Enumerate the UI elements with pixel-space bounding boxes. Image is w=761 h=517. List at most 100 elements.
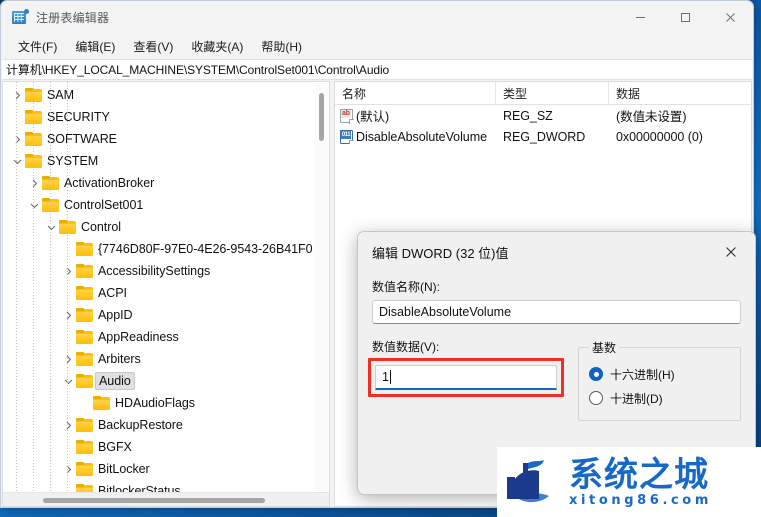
value-row[interactable]: 011 DisableAbsoluteVolume REG_DWORD 0x00000…	[335, 126, 751, 147]
chevron-down-icon[interactable]	[9, 150, 25, 172]
tree-item-controlset001[interactable]: ControlSet001	[3, 194, 329, 216]
tree-guide-line	[50, 82, 51, 492]
tree-item-hdaudioflags[interactable]: HDAudioFlags	[3, 392, 329, 414]
column-header-data[interactable]: 数据	[609, 82, 751, 104]
chevron-down-icon[interactable]	[60, 370, 76, 392]
tree-item-acpi[interactable]: ACPI	[3, 282, 329, 304]
tree-item-label: Arbiters	[98, 352, 141, 366]
watermark-logo-icon	[505, 455, 563, 509]
folder-icon	[76, 308, 93, 322]
folder-icon	[76, 352, 93, 366]
registry-icon	[12, 9, 29, 25]
chevron-right-icon[interactable]	[60, 414, 76, 436]
tree-item-bgfx[interactable]: BGFX	[3, 436, 329, 458]
radio-hexadecimal[interactable]: 十六进制(H)	[589, 362, 730, 386]
tree-hscroll-thumb[interactable]	[43, 498, 265, 503]
menu-edit[interactable]: 编辑(E)	[67, 35, 123, 58]
title-bar: 注册表编辑器	[1, 1, 753, 33]
menu-file[interactable]: 文件(F)	[10, 35, 65, 58]
folder-icon	[76, 330, 93, 344]
chevron-down-icon[interactable]	[26, 194, 42, 216]
menu-favorites[interactable]: 收藏夹(A)	[183, 35, 251, 58]
value-data-input[interactable]: 1	[375, 365, 557, 390]
watermark-subtitle: xitong86.com	[569, 492, 712, 508]
tree-scroll-area: SAM SECURITY SOFTWARE SYSTEM ActivationBroke…	[3, 82, 329, 492]
column-header-name[interactable]: 名称	[335, 82, 496, 104]
tree-item-sam[interactable]: SAM	[3, 84, 329, 106]
tree-item-audio[interactable]: Audio	[3, 370, 329, 392]
tree-item-label: Audio	[95, 372, 135, 390]
folder-icon	[76, 484, 93, 492]
chevron-right-icon[interactable]	[26, 172, 42, 194]
value-data-column: 数值数据(V): 1	[368, 338, 564, 421]
tree-item-label: Control	[81, 220, 121, 234]
tree-item-system[interactable]: SYSTEM	[3, 150, 329, 172]
chevron-down-icon[interactable]	[43, 216, 59, 238]
base-column: 基数 十六进制(H) 十进制(D)	[578, 338, 741, 421]
value-data-cell: (数值未设置)	[616, 110, 687, 124]
address-bar[interactable]: 计算机\HKEY_LOCAL_MACHINE\SYSTEM\ControlSet…	[2, 59, 752, 80]
radio-hexadecimal-label: 十六进制(H)	[610, 367, 675, 382]
tree-item-7746d80f-97e0-4e26-9543-26b41f0[interactable]: {7746D80F-97E0-4E26-9543-26B41F0	[3, 238, 329, 260]
dialog-title-bar: 编辑 DWORD (32 位)值	[358, 232, 755, 272]
folder-icon	[76, 462, 93, 476]
tree-item-label: AccessibilitySettings	[98, 264, 211, 278]
tree-item-appreadiness[interactable]: AppReadiness	[3, 326, 329, 348]
tree-item-bitlocker[interactable]: BitLocker	[3, 458, 329, 480]
base-legend: 基数	[592, 341, 617, 355]
tree-item-label: BGFX	[98, 440, 132, 454]
title-bar-left: 注册表编辑器	[1, 9, 109, 26]
dialog-close-button[interactable]	[711, 236, 751, 268]
tree-item-backuprestore[interactable]: BackupRestore	[3, 414, 329, 436]
registry-tree: SAM SECURITY SOFTWARE SYSTEM ActivationBroke…	[3, 82, 329, 492]
column-header-type[interactable]: 类型	[496, 82, 609, 104]
radio-hexadecimal-icon	[589, 367, 603, 381]
watermark-title: 系统之城	[569, 454, 709, 495]
tree-vertical-scrollbar[interactable]	[315, 83, 328, 491]
dialog-body: 数值名称(N): DisableAbsoluteVolume 数值数据(V): …	[358, 272, 755, 421]
chevron-right-icon[interactable]	[9, 128, 25, 150]
value-name-cell: ab (默认)	[335, 106, 496, 125]
menu-help[interactable]: 帮助(H)	[253, 35, 310, 58]
value-name-text: (默认)	[356, 110, 390, 124]
folder-icon	[93, 396, 110, 410]
tree-item-accessibilitysettings[interactable]: AccessibilitySettings	[3, 260, 329, 282]
tree-item-label: BitLocker	[98, 462, 150, 476]
tree-item-arbiters[interactable]: Arbiters	[3, 348, 329, 370]
tree-item-label: ControlSet001	[64, 198, 144, 212]
tree-vscroll-thumb[interactable]	[319, 93, 324, 141]
radio-decimal[interactable]: 十进制(D)	[589, 386, 730, 410]
value-name-input[interactable]: DisableAbsoluteVolume	[372, 300, 741, 324]
tree-item-label: {7746D80F-97E0-4E26-9543-26B41F0	[98, 242, 313, 256]
tree-item-label: SOFTWARE	[47, 132, 117, 146]
value-row[interactable]: ab (默认) REG_SZ (数值未设置)	[335, 105, 751, 126]
maximize-button[interactable]	[663, 1, 708, 33]
dialog-title: 编辑 DWORD (32 位)值	[372, 245, 509, 261]
tree-item-appid[interactable]: AppID	[3, 304, 329, 326]
menu-view[interactable]: 查看(V)	[125, 35, 181, 58]
chevron-right-icon[interactable]	[60, 304, 76, 326]
folder-icon	[76, 418, 93, 432]
chevron-right-icon[interactable]	[60, 458, 76, 480]
tree-item-activationbroker[interactable]: ActivationBroker	[3, 172, 329, 194]
chevron-right-icon[interactable]	[9, 84, 25, 106]
value-name-text: DisableAbsoluteVolume	[356, 129, 487, 144]
folder-icon	[76, 440, 93, 454]
chevron-right-icon[interactable]	[60, 348, 76, 370]
tree-item-label: BackupRestore	[98, 418, 183, 432]
close-button[interactable]	[708, 1, 753, 33]
tree-item-label: BitlockerStatus	[98, 484, 181, 492]
tree-item-software[interactable]: SOFTWARE	[3, 128, 329, 150]
chevron-right-icon[interactable]	[60, 260, 76, 282]
tree-item-bitlockerstatus[interactable]: BitlockerStatus	[3, 480, 329, 492]
tree-horizontal-scrollbar[interactable]	[3, 492, 329, 506]
tree-item-security[interactable]: SECURITY	[3, 106, 329, 128]
minimize-button[interactable]	[618, 1, 663, 33]
value-data-highlight: 1	[368, 358, 564, 397]
tree-item-control[interactable]: Control	[3, 216, 329, 238]
